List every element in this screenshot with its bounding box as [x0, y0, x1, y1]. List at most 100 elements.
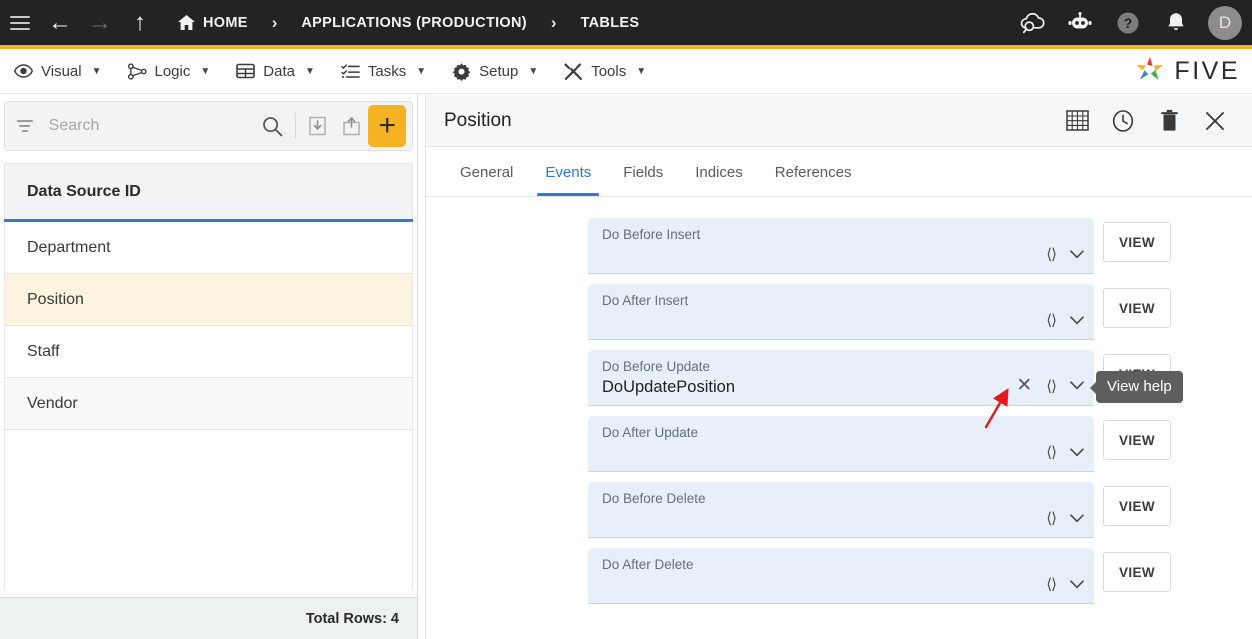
- tab-fields[interactable]: Fields: [607, 148, 679, 196]
- home-icon: [178, 15, 195, 30]
- breadcrumb-label-applications: APPLICATIONS (PRODUCTION): [301, 14, 527, 31]
- event-field-label: Do After Delete: [602, 557, 694, 572]
- event-field-do-after-delete[interactable]: Do After Delete ⟨⟩: [588, 548, 1094, 604]
- breadcrumb-label-tables: TABLES: [580, 14, 640, 31]
- code-icon[interactable]: ⟨⟩: [1046, 509, 1057, 527]
- view-button[interactable]: VIEW: [1103, 552, 1171, 592]
- code-icon[interactable]: ⟨⟩: [1046, 575, 1057, 593]
- list-empty-area: [4, 430, 413, 590]
- list-item-staff[interactable]: Staff: [4, 326, 413, 378]
- tab-references[interactable]: References: [759, 148, 868, 196]
- tab-indices[interactable]: Indices: [679, 148, 759, 196]
- svg-text:?: ?: [1124, 15, 1133, 31]
- event-row: Do After Delete ⟨⟩ VIEW: [426, 548, 1252, 604]
- event-field-do-before-delete[interactable]: Do Before Delete ⟨⟩: [588, 482, 1094, 538]
- search-icon[interactable]: [256, 107, 290, 145]
- code-icon[interactable]: ⟨⟩: [1046, 245, 1057, 263]
- chevron-down-icon[interactable]: [1070, 315, 1084, 325]
- add-table-button[interactable]: +: [368, 105, 407, 147]
- close-icon[interactable]: [1192, 95, 1238, 147]
- tab-label: General: [460, 163, 514, 181]
- five-mark-icon: [1133, 54, 1167, 89]
- menu-item-tools[interactable]: Tools ▼: [550, 49, 658, 94]
- help-icon[interactable]: ?: [1106, 0, 1150, 45]
- tab-events[interactable]: Events: [529, 148, 607, 196]
- history-clock-icon[interactable]: [1100, 95, 1146, 147]
- list-item-position[interactable]: Position: [4, 274, 413, 326]
- total-rows-status: Total Rows: 4: [0, 597, 417, 639]
- menu-label-tasks: Tasks: [367, 62, 407, 80]
- list-item-department[interactable]: Department: [4, 222, 413, 274]
- delete-trash-icon[interactable]: [1146, 95, 1192, 147]
- back-arrow-icon[interactable]: ←: [40, 0, 80, 45]
- import-icon[interactable]: [301, 107, 335, 145]
- event-field-do-before-insert[interactable]: Do Before Insert ⟨⟩: [588, 218, 1094, 274]
- menu-label-logic: Logic: [154, 62, 191, 80]
- table-grid-icon[interactable]: [1054, 95, 1100, 147]
- notifications-bell-icon[interactable]: [1154, 0, 1198, 45]
- event-field-controls: ✕ ⟨⟩: [1016, 376, 1084, 395]
- view-button-label: VIEW: [1118, 300, 1156, 316]
- tab-general[interactable]: General: [444, 148, 529, 196]
- application-menu-bar: Visual ▼ Logic ▼ Data ▼ Tasks ▼ Setup ▼ …: [0, 49, 1252, 94]
- add-icon: +: [378, 109, 396, 142]
- code-icon[interactable]: ⟨⟩: [1046, 443, 1057, 461]
- tab-label: Indices: [695, 163, 743, 181]
- view-button[interactable]: VIEW: [1103, 486, 1171, 526]
- total-rows-label: Total Rows: 4: [305, 610, 399, 627]
- code-icon[interactable]: ⟨⟩: [1046, 311, 1057, 329]
- chevron-down-icon[interactable]: [1070, 447, 1084, 457]
- avatar[interactable]: D: [1208, 5, 1242, 40]
- chevron-down-icon: ▼: [416, 65, 427, 77]
- export-icon[interactable]: [335, 107, 369, 145]
- cloud-check-icon[interactable]: [1010, 0, 1054, 45]
- breadcrumb-item-home[interactable]: HOME: [172, 15, 254, 31]
- robot-assistant-icon[interactable]: [1058, 0, 1102, 45]
- up-arrow-icon[interactable]: ↑: [120, 0, 160, 45]
- chevron-down-icon[interactable]: [1070, 381, 1084, 390]
- list-item-label: Department: [27, 238, 111, 256]
- menu-item-data[interactable]: Data ▼: [222, 49, 327, 94]
- chevron-down-icon[interactable]: [1070, 579, 1084, 589]
- view-button[interactable]: VIEW: [1103, 420, 1171, 460]
- menu-item-logic[interactable]: Logic ▼: [114, 49, 223, 94]
- annotation-arrow-icon: [980, 386, 1026, 439]
- breadcrumb: HOME › APPLICATIONS (PRODUCTION) › TABLE…: [172, 13, 645, 33]
- hamburger-icon[interactable]: [0, 0, 40, 45]
- logic-flow-icon: [127, 62, 147, 81]
- breadcrumb-separator: ›: [271, 12, 278, 32]
- menu-item-visual[interactable]: Visual ▼: [0, 49, 114, 94]
- breadcrumb-item-tables[interactable]: TABLES: [575, 15, 646, 31]
- menu-item-tasks[interactable]: Tasks ▼: [327, 49, 438, 94]
- event-field-label: Do Before Insert: [602, 227, 701, 242]
- code-icon[interactable]: ⟨⟩: [1046, 377, 1057, 395]
- toolbar-divider: [294, 113, 296, 139]
- list-column-header: Data Source ID: [4, 163, 413, 219]
- view-button[interactable]: VIEW: [1103, 288, 1171, 328]
- chevron-down-icon[interactable]: [1070, 513, 1084, 523]
- menu-item-setup[interactable]: Setup ▼: [438, 49, 550, 94]
- view-help-tooltip: View help: [1090, 371, 1183, 403]
- forward-arrow-icon[interactable]: →: [80, 0, 120, 45]
- list-item-label: Staff: [27, 342, 60, 360]
- chevron-down-icon[interactable]: [1070, 249, 1084, 259]
- tab-label: Fields: [623, 163, 664, 181]
- event-row: Do After Update ⟨⟩ VIEW: [426, 416, 1252, 472]
- menu-label-tools: Tools: [591, 62, 627, 80]
- list-item-vendor[interactable]: Vendor: [4, 378, 413, 430]
- panel-tabs: General Events Fields Indices References: [426, 147, 1252, 197]
- event-field-controls: ⟨⟩: [1046, 509, 1084, 527]
- gear-icon: [452, 62, 471, 81]
- search-input[interactable]: [34, 117, 256, 135]
- column-header-label: Data Source ID: [27, 182, 141, 200]
- topbar-actions: ? D: [1010, 0, 1242, 45]
- view-button[interactable]: VIEW: [1103, 222, 1171, 262]
- filter-icon[interactable]: [15, 120, 35, 132]
- avatar-initial: D: [1218, 12, 1232, 32]
- list-item-label: Vendor: [27, 394, 78, 412]
- event-field-do-after-insert[interactable]: Do After Insert ⟨⟩: [588, 284, 1094, 340]
- panel-header: Position: [426, 95, 1252, 147]
- event-field-label: Do After Insert: [602, 293, 689, 308]
- grid-table-icon: [236, 62, 256, 81]
- breadcrumb-item-applications[interactable]: APPLICATIONS (PRODUCTION): [295, 15, 533, 31]
